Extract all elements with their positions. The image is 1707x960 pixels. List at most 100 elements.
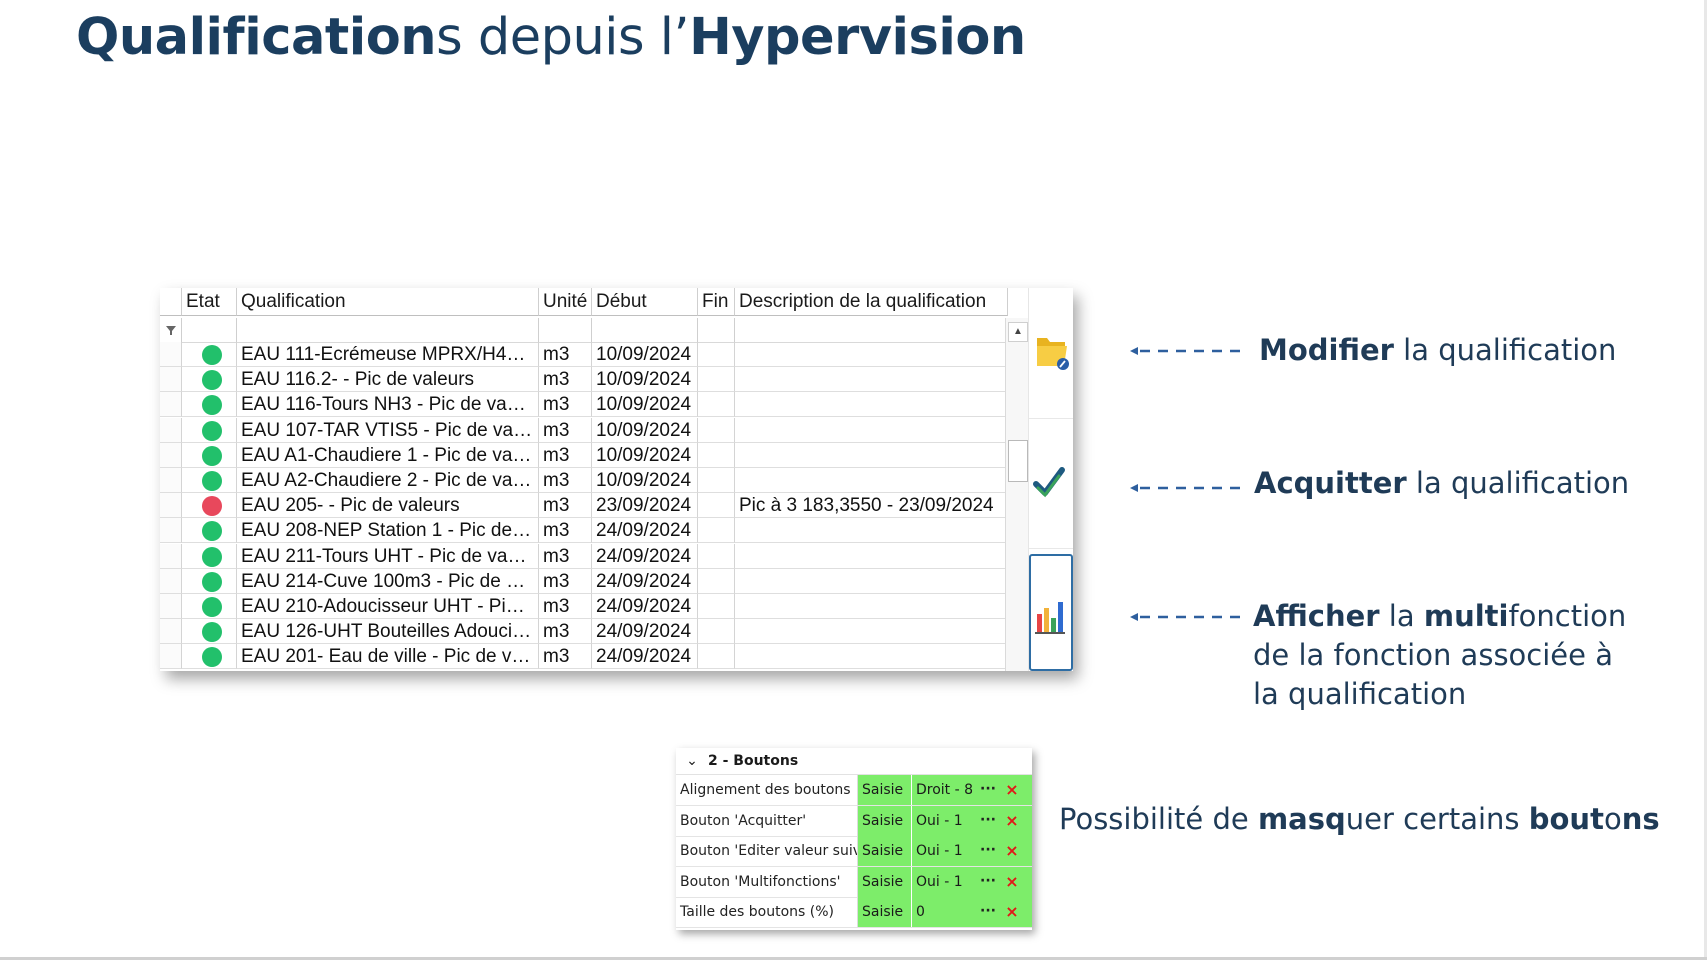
filter-qualification[interactable] xyxy=(237,318,539,342)
cell-description xyxy=(735,518,1008,544)
table-row[interactable]: EAU 111-Ecrémeuse MPRX/H4… m3 10/09/2024 xyxy=(160,342,1008,367)
cell-fin xyxy=(698,342,735,367)
delete-icon[interactable]: × xyxy=(1002,775,1022,805)
annotation-acquitter-text: la qualification xyxy=(1406,466,1630,500)
settings-mode[interactable]: Saisie xyxy=(858,866,912,897)
table-row[interactable]: EAU 208-NEP Station 1 - Pic de… m3 24/09/2… xyxy=(160,518,1008,544)
cell-debut: 24/09/2024 xyxy=(592,594,698,619)
annotation-afficher-line3: la qualification xyxy=(1253,677,1467,711)
status-ok-icon xyxy=(202,471,222,491)
row-selector-header xyxy=(160,288,182,316)
table-row[interactable]: EAU 210-Adoucisseur UHT - Pi… m3 24/09/202… xyxy=(160,594,1008,619)
col-header-fin[interactable]: Fin xyxy=(698,288,735,316)
cell-debut: 10/09/2024 xyxy=(592,442,698,468)
settings-mode[interactable]: Saisie xyxy=(858,836,912,867)
cell-etat xyxy=(182,619,237,645)
delete-icon[interactable]: × xyxy=(1002,867,1022,897)
cell-debut: 24/09/2024 xyxy=(592,644,698,670)
settings-row[interactable]: Taille des boutons (%) Saisie 0 ··· × xyxy=(676,897,1032,929)
settings-mode[interactable]: Saisie xyxy=(858,897,912,928)
cell-etat xyxy=(182,367,237,393)
annotation-afficher-bold: Afficher xyxy=(1253,599,1380,633)
col-header-unite[interactable]: Unité xyxy=(539,288,592,316)
cell-unite: m3 xyxy=(539,568,592,594)
ellipsis-button[interactable]: ··· xyxy=(978,775,998,805)
settings-row[interactable]: Bouton 'Editer valeur suivi' Saisie Oui - … xyxy=(676,836,1032,868)
cell-description xyxy=(735,619,1008,645)
settings-row[interactable]: Bouton 'Multifonctions' Saisie Oui - 1 ··· × xyxy=(676,866,1032,898)
annotation-afficher: Afficher la multifonction de la fonction… xyxy=(1253,597,1626,714)
cell-unite: m3 xyxy=(539,594,592,619)
modifier-button[interactable] xyxy=(1029,288,1073,419)
ellipsis-button[interactable]: ··· xyxy=(978,897,998,927)
row-selector xyxy=(160,594,182,619)
multifonction-button[interactable] xyxy=(1029,554,1073,671)
table-row[interactable]: EAU 205- - Pic de valeurs m3 23/09/2024 Pic… xyxy=(160,493,1008,519)
settings-mode[interactable]: Saisie xyxy=(858,805,912,836)
cell-unite: m3 xyxy=(539,342,592,367)
ellipsis-button[interactable]: ··· xyxy=(978,836,998,866)
scroll-up-icon[interactable]: ▲ xyxy=(1008,322,1028,342)
settings-label: Bouton 'Editer valeur suivi' xyxy=(676,836,858,867)
row-selector xyxy=(160,442,182,468)
cell-description xyxy=(735,442,1008,468)
annotation-acquitter: Acquitter la qualification xyxy=(1254,466,1629,500)
delete-icon[interactable]: × xyxy=(1002,836,1022,866)
table-row[interactable]: EAU 201- Eau de ville - Pic de v… m3 24/09… xyxy=(160,644,1008,670)
cell-unite: m3 xyxy=(539,367,592,393)
filter-fin[interactable] xyxy=(698,318,735,342)
col-header-description[interactable]: Description de la qualification xyxy=(735,288,1008,316)
status-ok-icon xyxy=(202,370,222,391)
acquitter-button[interactable] xyxy=(1029,418,1073,549)
ellipsis-button[interactable]: ··· xyxy=(978,867,998,897)
filter-debut[interactable] xyxy=(592,318,698,342)
table-row[interactable]: EAU 126-UHT Bouteilles Adouci… m3 24/09/20… xyxy=(160,619,1008,645)
table-row[interactable]: EAU 214-Cuve 100m3 - Pic de … m3 24/09/202… xyxy=(160,568,1008,594)
delete-icon[interactable]: × xyxy=(1002,806,1022,836)
table-row[interactable]: EAU 107-TAR VTIS5 - Pic de va… m3 10/09/20… xyxy=(160,417,1008,443)
filter-description[interactable] xyxy=(735,318,1008,342)
col-header-etat[interactable]: Etat xyxy=(182,288,237,316)
filter-row[interactable] xyxy=(160,318,1008,343)
cell-qualification: EAU 111-Ecrémeuse MPRX/H4… xyxy=(237,342,539,367)
cell-qualification: EAU 116-Tours NH3 - Pic de va… xyxy=(237,392,539,418)
row-selector xyxy=(160,493,182,519)
settings-row[interactable]: Alignement des boutons Saisie Droit - 8 ···… xyxy=(676,775,1032,806)
status-ok-icon xyxy=(202,420,222,441)
settings-row[interactable]: Bouton 'Acquitter' Saisie Oui - 1 ··· × xyxy=(676,805,1032,837)
filter-unite[interactable] xyxy=(539,318,592,342)
cell-etat xyxy=(182,644,237,670)
annotation-masquer-b3: ns xyxy=(1621,802,1660,836)
col-header-qualification[interactable]: Qualification xyxy=(237,288,539,316)
scroll-thumb[interactable] xyxy=(1008,440,1028,482)
settings-mode[interactable]: Saisie xyxy=(858,775,912,805)
cell-unite: m3 xyxy=(539,619,592,645)
cell-etat xyxy=(182,442,237,468)
status-ok-icon xyxy=(202,345,222,365)
cell-etat xyxy=(182,543,237,569)
table-row[interactable]: EAU 116.2- - Pic de valeurs m3 10/09/2024 xyxy=(160,367,1008,393)
table-row[interactable]: EAU 116-Tours NH3 - Pic de va… m3 10/09/20… xyxy=(160,392,1008,418)
filter-etat[interactable] xyxy=(182,318,237,342)
table-row[interactable]: EAU A2-Chaudiere 2 - Pic de va… m3 10/09/2… xyxy=(160,468,1008,493)
cell-etat xyxy=(182,493,237,519)
annotation-afficher-bold2: multi xyxy=(1423,599,1509,633)
delete-icon[interactable]: × xyxy=(1002,897,1022,927)
cell-qualification: EAU 116.2- - Pic de valeurs xyxy=(237,367,539,393)
vertical-scrollbar[interactable]: ▲ xyxy=(1005,318,1028,671)
cell-fin xyxy=(698,644,735,670)
filter-icon[interactable] xyxy=(160,318,182,342)
chevron-down-icon[interactable]: ⌄ xyxy=(676,748,708,774)
section-header[interactable]: ⌄ 2 - Boutons xyxy=(676,748,1032,775)
table-row[interactable]: EAU 211-Tours UHT - Pic de va… m3 24/09/20… xyxy=(160,543,1008,569)
cell-debut: 23/09/2024 xyxy=(592,493,698,519)
col-header-debut[interactable]: Début xyxy=(592,288,698,316)
cell-qualification: EAU 214-Cuve 100m3 - Pic de … xyxy=(237,568,539,594)
ellipsis-button[interactable]: ··· xyxy=(978,806,998,836)
table-row[interactable]: EAU A1-Chaudiere 1 - Pic de va… m3 10/09/2… xyxy=(160,442,1008,468)
annotation-modifier-bold: Modifier xyxy=(1259,333,1394,367)
status-ok-icon xyxy=(202,571,222,592)
cell-fin xyxy=(698,417,735,443)
cell-unite: m3 xyxy=(539,417,592,443)
cell-unite: m3 xyxy=(539,493,592,519)
